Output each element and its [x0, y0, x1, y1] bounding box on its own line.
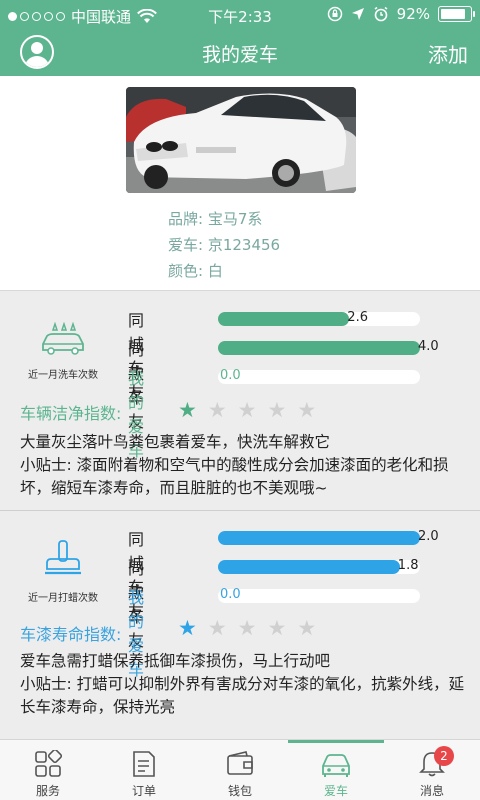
message-badge: 2: [434, 746, 454, 766]
add-button[interactable]: 添加: [428, 39, 468, 68]
star-icon: ★: [297, 398, 317, 422]
star-icon: ★: [297, 616, 317, 640]
star-icon: ★: [178, 616, 197, 640]
car-photo: [126, 87, 356, 193]
wax-tip: 小贴士: 打蜡可以抑制外界有害成分对车漆的氧化，抗紫外线，延长车漆寿命，保持光亮: [20, 675, 465, 716]
wax-stars: ★ ★ ★ ★ ★: [178, 617, 316, 639]
tab-service[interactable]: 服务: [0, 740, 96, 800]
wax-index-label: 车漆寿命指数:: [20, 625, 122, 644]
star-icon: ★: [267, 398, 287, 422]
star-icon: ★: [207, 616, 227, 640]
tab-wallet[interactable]: 钱包: [192, 740, 288, 800]
car-card[interactable]: 品牌: 宝马7系 爱车: 京123456 颜色: 白: [0, 76, 480, 291]
star-icon: ★: [237, 616, 257, 640]
car-color: 颜色: 白: [168, 262, 223, 280]
wax-advice: 爱车急需打蜡保养抵御车漆损伤，马上行动吧: [20, 652, 331, 670]
status-bar: 中国联通 下午2:33 92%: [0, 0, 480, 30]
wash-section: 近一月洗车次数 同城车友 2.6 同款车友 4.0 我的爱车 0.0 车辆洁净指…: [0, 292, 480, 510]
wash-tip: 小贴士: 漆面附着物和空气中的酸性成分会加速漆面的老化和损坏，缩短车漆寿命，而且…: [20, 456, 449, 497]
grid-icon: [35, 750, 62, 777]
tab-bar: 服务 订单 钱包 爱车 消息 2: [0, 739, 480, 800]
star-icon: ★: [207, 398, 227, 422]
car-brand: 品牌: 宝马7系: [168, 210, 263, 228]
tab-messages[interactable]: 消息 2: [384, 740, 480, 800]
wallet-icon: [227, 751, 253, 775]
car-icon: [322, 754, 350, 777]
rotation-lock-icon: [327, 6, 342, 22]
wax-bar-model: [218, 560, 400, 574]
wash-advice: 大量灰尘落叶鸟粪包裹着爱车，快洗车解救它: [20, 433, 331, 451]
wax-count-label: 近一月打蜡次数: [28, 593, 98, 604]
wash-count-label: 近一月洗车次数: [28, 370, 98, 381]
car-wash-icon: [42, 321, 84, 355]
tab-orders[interactable]: 订单: [96, 740, 192, 800]
battery-percent: 92%: [396, 5, 430, 23]
car-plate: 爱车: 京123456: [168, 236, 281, 254]
wax-section: 近一月打蜡次数 同城车友 2.0 同款车友 1.8 我的爱车 0.0 车漆寿命指…: [0, 511, 480, 739]
location-icon: [351, 8, 364, 20]
wash-bar-model: [218, 341, 420, 355]
star-icon: ★: [267, 616, 287, 640]
wax-polish-icon: [45, 540, 81, 575]
star-icon: ★: [237, 398, 257, 422]
wax-bar-city: [218, 531, 420, 545]
wash-bar-city: [218, 312, 350, 326]
star-icon: ★: [178, 398, 197, 422]
tab-my-car[interactable]: 爱车: [288, 740, 384, 800]
alarm-icon: [374, 6, 388, 22]
wash-index-label: 车辆洁净指数:: [20, 404, 122, 423]
battery-icon: [438, 6, 475, 22]
page-title: 我的爱车: [201, 44, 278, 66]
nav-bar: 我的爱车 添加: [0, 30, 480, 76]
wash-stars: ★ ★ ★ ★ ★: [178, 399, 316, 421]
document-icon: [133, 751, 155, 777]
